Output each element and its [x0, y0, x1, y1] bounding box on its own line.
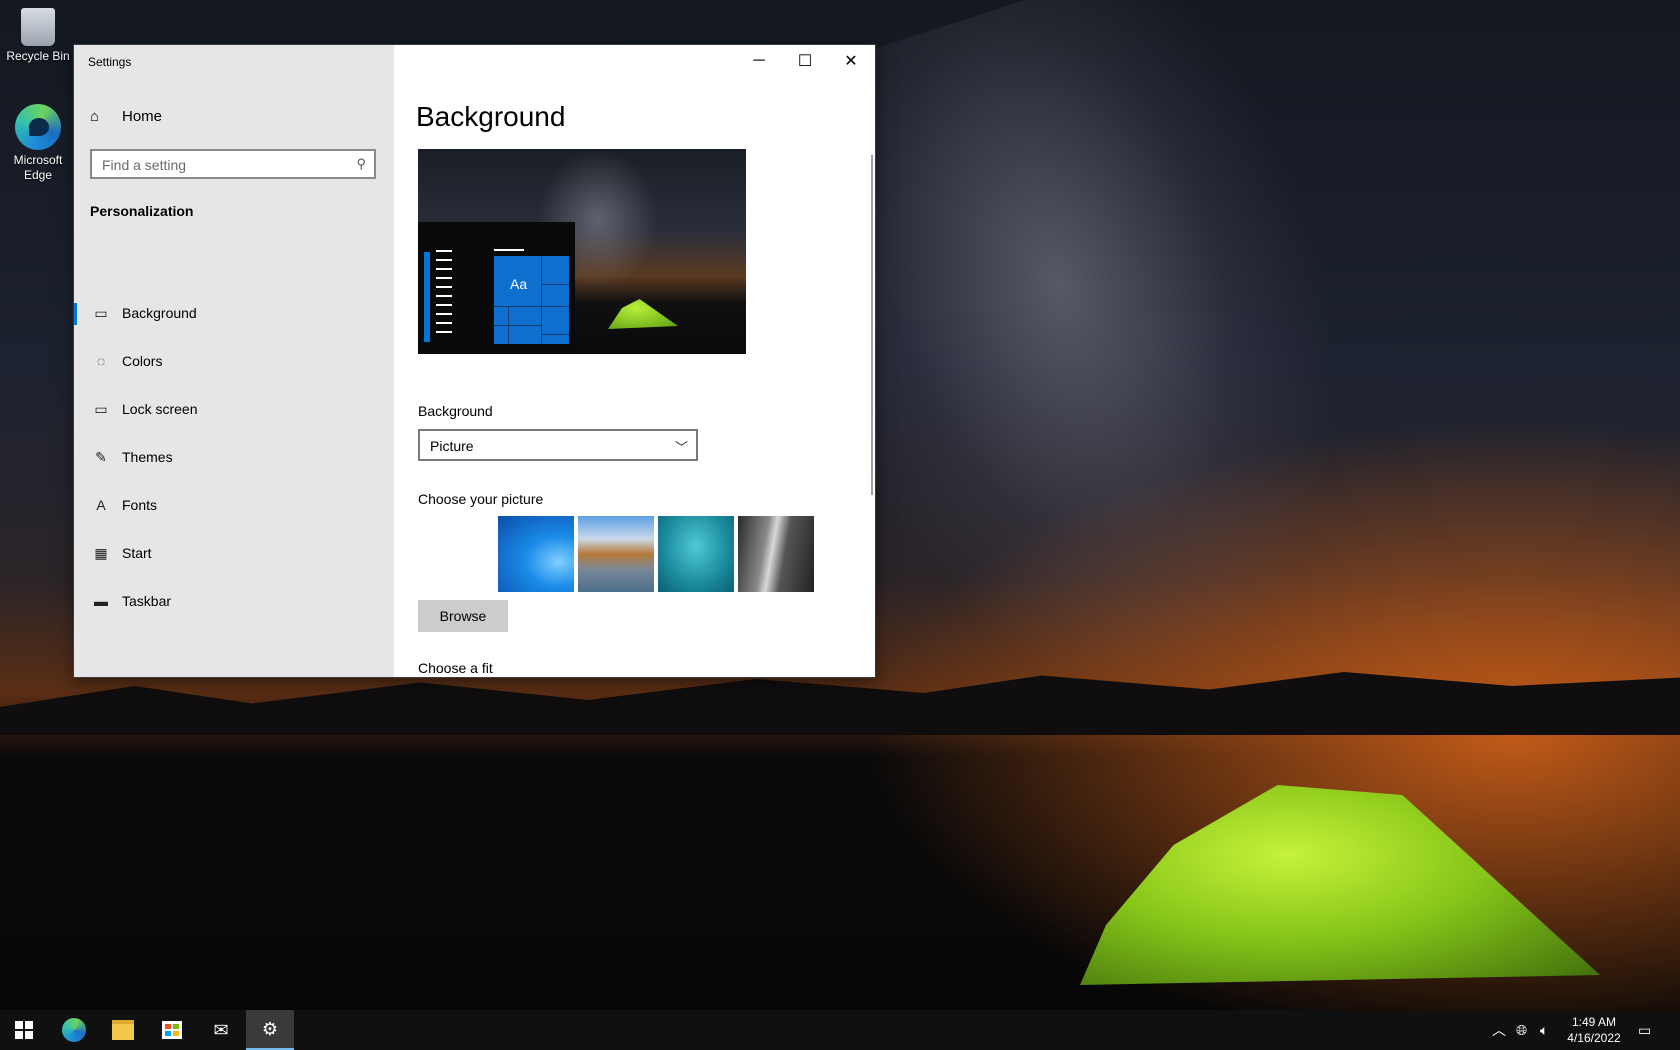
maximize-icon: ☐ [797, 53, 813, 70]
picture-icon: ▭ [94, 304, 108, 321]
picture-thumbnail[interactable] [738, 516, 814, 592]
sidebar-item-colors[interactable]: ◌ Colors [74, 337, 394, 385]
settings-window: Settings ⌂ Home Find a setting ⚲ Persona… [74, 45, 875, 677]
home-link[interactable]: ⌂ Home [90, 108, 162, 125]
sidebar-item-start[interactable]: ▦ Start [74, 529, 394, 577]
edge-icon [15, 104, 61, 150]
lock-screen-icon: ▭ [94, 400, 108, 417]
sidebar-item-label: Colors [122, 353, 163, 369]
show-hidden-icons-button[interactable]: ︿ [1492, 1010, 1506, 1050]
preview-tent [608, 299, 678, 329]
sidebar-item-lock-screen[interactable]: ▭ Lock screen [74, 385, 394, 433]
settings-content: Background Aa Background Picture ﹀ Choos… [394, 45, 875, 677]
globe-icon: 🌐︎ [1516, 1021, 1528, 1038]
close-button[interactable]: ✕ [828, 45, 874, 77]
scrollbar[interactable] [871, 155, 873, 495]
preview-start-menu: Aa [418, 222, 575, 354]
picture-thumbnail[interactable] [578, 516, 654, 592]
preview-start-bar [424, 252, 430, 342]
start-icon: ▦ [94, 544, 108, 561]
search-placeholder: Find a setting [102, 157, 187, 173]
taskbar-store[interactable] [148, 1010, 196, 1050]
network-button[interactable]: 🌐︎ [1516, 1010, 1527, 1050]
choose-picture-label: Choose your picture [418, 491, 544, 507]
browse-button[interactable]: Browse [418, 600, 508, 632]
recycle-bin-label: Recycle Bin [6, 49, 70, 63]
minimize-button[interactable]: ─ [736, 45, 782, 77]
sidebar-item-label: Fonts [122, 497, 158, 513]
edge-label: Microsoft Edge [13, 153, 63, 182]
page-title: Background [416, 101, 566, 132]
sidebar-item-label: Taskbar [122, 593, 172, 609]
picture-thumbnails [498, 516, 814, 592]
taskbar: ✉ ⚙ ︿ 🌐︎ 🔈︎ 1:49 AM 4/16/2022 ▭ [0, 1010, 1680, 1050]
section-title: Personalization [90, 203, 194, 219]
preview-tiles: Aa [494, 256, 569, 344]
recycle-bin-icon [21, 8, 55, 46]
edge-icon [62, 1018, 86, 1042]
picture-thumbnail[interactable] [498, 516, 574, 592]
taskbar-file-explorer[interactable] [99, 1010, 147, 1050]
background-type-dropdown[interactable]: Picture ﹀ [418, 429, 698, 461]
background-preview: Aa [418, 149, 746, 354]
close-icon: ✕ [844, 53, 858, 70]
minimize-icon: ─ [753, 52, 765, 69]
search-icon: ⚲ [356, 156, 366, 171]
folder-icon [112, 1020, 134, 1040]
action-center-button[interactable]: ▭ [1638, 1010, 1651, 1050]
mail-icon: ✉ [213, 1019, 229, 1040]
picture-thumbnail[interactable] [658, 516, 734, 592]
sidebar-item-taskbar[interactable]: ▬ Taskbar [74, 577, 394, 625]
brush-icon: ✎ [95, 448, 107, 465]
edge-shortcut[interactable]: Microsoft Edge [0, 104, 76, 183]
start-button[interactable] [0, 1010, 48, 1050]
taskbar-edge[interactable] [50, 1010, 98, 1050]
clock-date: 4/16/2022 [1567, 1031, 1621, 1045]
taskbar-mail[interactable]: ✉ [197, 1010, 245, 1050]
sidebar-item-background[interactable]: ▭ Background [74, 289, 394, 337]
sidebar-nav: ▭ Background ◌ Colors ▭ Lock screen ✎ Th… [74, 289, 394, 625]
recycle-bin-shortcut[interactable]: Recycle Bin [0, 8, 76, 64]
search-input[interactable]: Find a setting ⚲ [90, 149, 376, 179]
volume-button[interactable]: 🔈︎ [1540, 1010, 1548, 1050]
sidebar-item-label: Background [122, 305, 197, 321]
clock[interactable]: 1:49 AM 4/16/2022 [1560, 1014, 1628, 1046]
chevron-up-icon: ︿ [1492, 1022, 1506, 1038]
green-tent [1080, 785, 1600, 985]
window-title: Settings [88, 55, 132, 69]
home-icon: ⌂ [90, 108, 100, 125]
taskbar-settings[interactable]: ⚙ [246, 1010, 294, 1050]
clock-time: 1:49 AM [1571, 1015, 1617, 1029]
maximize-button[interactable]: ☐ [782, 45, 828, 77]
volume-muted-icon: 🔈︎ [1540, 1021, 1549, 1038]
dropdown-value: Picture [430, 438, 474, 454]
sidebar-item-themes[interactable]: ✎ Themes [74, 433, 394, 481]
sidebar-item-label: Start [122, 545, 152, 561]
windows-logo-icon [15, 1021, 33, 1039]
sidebar-item-label: Lock screen [122, 401, 198, 417]
gear-icon: ⚙ [261, 1018, 279, 1039]
home-label: Home [122, 108, 163, 125]
background-label: Background [418, 403, 493, 419]
notification-icon: ▭ [1638, 1021, 1652, 1038]
sidebar-item-label: Themes [122, 449, 173, 465]
font-icon: A [96, 497, 106, 513]
preview-tile-text: Aa [510, 276, 528, 292]
sidebar-item-fonts[interactable]: A Fonts [74, 481, 394, 529]
store-icon [162, 1021, 182, 1039]
preview-menu-lines [436, 250, 452, 340]
settings-sidebar: Settings ⌂ Home Find a setting ⚲ Persona… [74, 45, 394, 677]
taskbar-icon: ▬ [94, 593, 108, 609]
chevron-down-icon: ﹀ [674, 440, 688, 455]
choose-fit-label: Choose a fit [418, 660, 493, 676]
preview-tile-header [494, 249, 524, 251]
palette-icon: ◌ [96, 353, 106, 369]
